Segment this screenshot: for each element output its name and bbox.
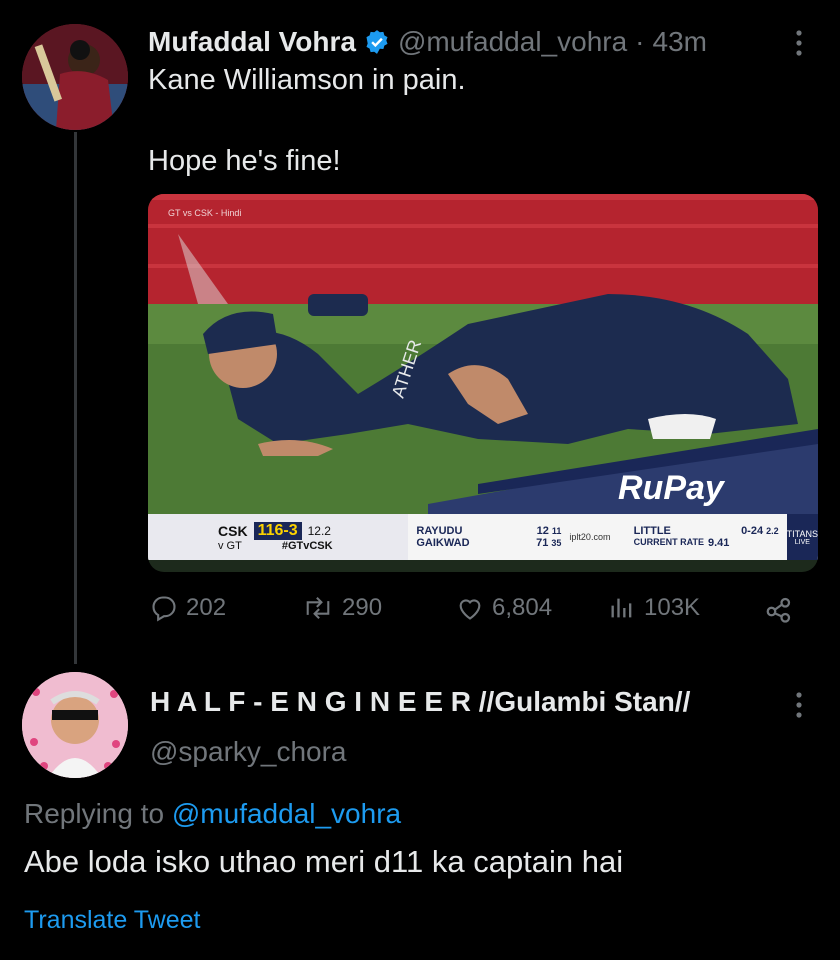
overs: 12.2 — [307, 524, 331, 538]
author-name[interactable]: Mufaddal Vohra — [148, 26, 356, 58]
tweet-text-line2: Hope he's fine! — [148, 145, 341, 177]
channel-label: GT vs CSK - Hindi — [168, 208, 241, 218]
reply-count: 202 — [186, 594, 227, 621]
retweet-button[interactable]: 290 — [302, 594, 382, 622]
rate-value: 9.41 — [707, 537, 730, 549]
batter1-runs: 12 — [536, 525, 549, 537]
batter1-balls: 11 — [551, 526, 562, 536]
sponsor-text: RuPay — [618, 469, 726, 507]
versus: v GT — [218, 540, 242, 552]
team-badge: TITANS LIVE — [786, 514, 818, 560]
bowler-block: LITTLE 0-24 2.2 CURRENT RATE 9.41 — [626, 514, 787, 560]
thread-line — [74, 132, 77, 664]
reply-icon — [150, 594, 178, 622]
author-avatar[interactable] — [22, 24, 128, 130]
bowler-overs: 2.2 — [766, 526, 779, 536]
retweet-count: 290 — [342, 594, 383, 621]
share-button[interactable] — [764, 594, 794, 624]
views-button[interactable]: 103K — [608, 594, 700, 622]
more-icon[interactable] — [794, 28, 804, 58]
retweet-icon — [302, 594, 334, 622]
batters-block: RAYUDU 12 11 GAIKWAD 71 35 — [408, 514, 569, 560]
views-icon — [608, 594, 636, 622]
verified-badge-icon — [364, 29, 390, 55]
reply-author-name[interactable]: H A L F - E N G I N E E R //Gulambi Stan… — [150, 686, 690, 718]
hashtag: #GTvCSK — [281, 540, 333, 552]
scorebar: CSK 116-3 12.2 v GT #GTvCSK RAYUDU 12 11… — [148, 514, 818, 560]
batter2-runs: 71 — [536, 537, 549, 549]
tweet-text-line1: Kane Williamson in pain. — [148, 64, 466, 96]
views-count: 103K — [644, 594, 701, 621]
tweet-media[interactable]: ATHER RuPay GT vs CSK - Hindi CSK 116-3 … — [148, 194, 818, 572]
live-label: LIVE — [794, 538, 810, 546]
bowler-name: LITTLE — [633, 525, 671, 537]
bowler-figures: 0-24 — [741, 525, 764, 537]
reply-text: Abe loda isko uthao meri d11 ka captain … — [24, 844, 624, 879]
replying-handle-link[interactable]: @mufaddal_vohra — [172, 798, 401, 829]
like-button[interactable]: 6,804 — [456, 594, 552, 622]
score-block: CSK 116-3 12.2 v GT #GTvCSK — [148, 514, 409, 560]
reply-more-icon[interactable] — [794, 690, 804, 720]
team-badge-text: TITANS — [786, 528, 818, 539]
tweet-header: Mufaddal Vohra @mufaddal_vohra · 43m — [148, 22, 707, 62]
batter2-name: GAIKWAD — [416, 537, 470, 549]
rate-label: CURRENT RATE — [633, 537, 704, 547]
site-label: iplt20.com — [569, 532, 611, 542]
tweet-time[interactable]: 43m — [653, 26, 707, 58]
replying-to: Replying to @mufaddal_vohra — [24, 798, 401, 830]
share-icon — [764, 594, 794, 624]
like-icon — [456, 594, 484, 622]
batter2-balls: 35 — [551, 538, 562, 548]
reply-author-avatar[interactable] — [22, 672, 128, 778]
reply-button[interactable]: 202 — [150, 594, 226, 622]
team-name: CSK — [218, 523, 248, 539]
translate-tweet-link[interactable]: Translate Tweet — [24, 906, 200, 935]
author-handle[interactable]: @mufaddal_vohra — [398, 26, 627, 58]
batter1-name: RAYUDU — [416, 525, 463, 537]
team-score: 116-3 — [253, 522, 302, 540]
like-count: 6,804 — [492, 594, 553, 621]
replying-prefix: Replying to — [24, 798, 165, 829]
reply-author-handle[interactable]: @sparky_chora — [150, 736, 347, 768]
dot-separator: · — [635, 26, 645, 57]
